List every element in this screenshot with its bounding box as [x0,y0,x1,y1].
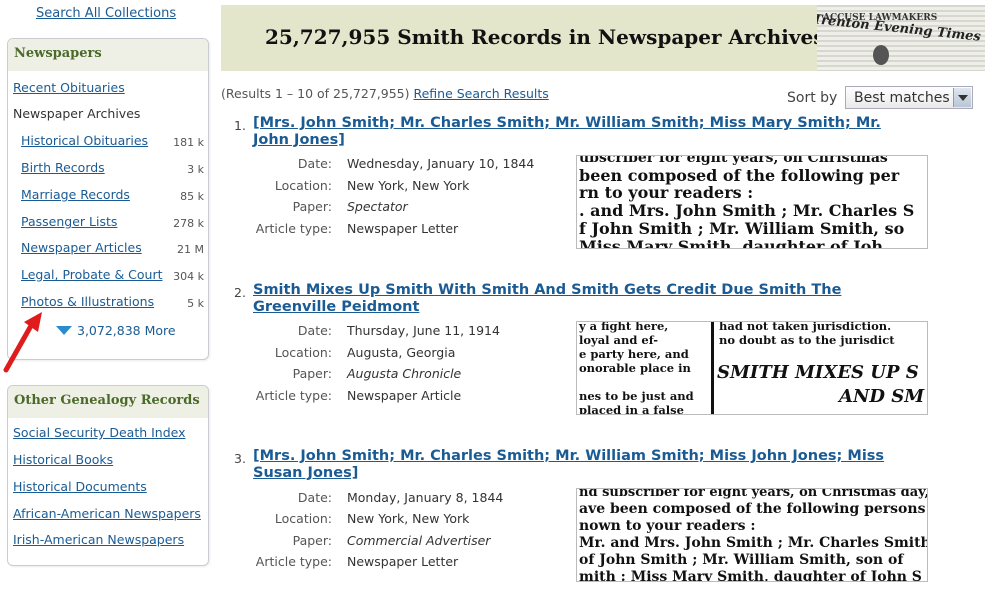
result-location: New York, New York [347,511,470,526]
other-genealogy-panel: Other Genealogy Records Social Security … [7,385,209,566]
snippet-line: Mr. and Mrs. John Smith ; Mr. Charles Sm… [579,535,928,551]
newspaper-collage-image: ACCUSE LAWMAKERS Trenton Evening Times [817,5,985,71]
count-historical-obituaries: 181 k [173,136,204,149]
sidebar-item-ssdi[interactable]: Social Security Death Index [13,425,186,440]
snippet-line: nown to your readers : [579,518,756,534]
snippet-line: rn to your readers : [579,183,754,202]
result-title-link[interactable]: [Mrs. John Smith; Mr. Charles Smith; Mr.… [253,448,913,482]
article-type-label: Article type: [255,221,332,236]
results-count: (Results 1 – 10 of 25,727,955) Refine Se… [221,86,549,101]
newspapers-heading: Newspapers [8,39,208,71]
snippet-line: y a fight here, [579,321,669,333]
sidebar-item-legal-probate-court[interactable]: Legal, Probate & Court [21,267,163,282]
sort-by-label: Sort by [787,90,838,106]
location-label: Location: [274,178,332,193]
result-date: Wednesday, January 10, 1844 [347,156,535,171]
sidebar-item-historical-documents[interactable]: Historical Documents [13,479,147,494]
result-paper: Commercial Advertiser [347,533,491,548]
result-number: 3. [234,451,246,466]
sidebar-item-irish-american-newspapers[interactable]: Irish-American Newspapers [13,532,184,547]
more-collections-label: 3,072,838 More [77,323,176,338]
result-paper: Augusta Chronicle [347,366,462,381]
sidebar-item-african-american-newspapers[interactable]: African-American Newspapers [13,506,201,521]
snippet-line: onorable place in [579,361,691,375]
result-snippet-image[interactable]: y a fight here, loyal and ef- e party he… [576,321,928,415]
snippet-headline: SMITH MIXES UP S [717,362,919,383]
article-type-label: Article type: [255,388,332,403]
result-location: Augusta, Georgia [347,345,456,360]
sidebar-item-historical-obituaries[interactable]: Historical Obituaries [21,133,148,148]
count-legal-probate-court: 304 k [173,270,204,283]
result-article-type: Newspaper Letter [347,221,459,236]
result-title-link[interactable]: [Mrs. John Smith; Mr. Charles Smith; Mr.… [253,115,913,149]
snippet-headline: AND SM [839,386,925,407]
sort-selected-value: Best matches [854,90,950,106]
date-label: Date: [297,323,332,338]
recent-obituaries-link[interactable]: Recent Obituaries [13,80,125,95]
result-article-type: Newspaper Letter [347,554,459,569]
location-label: Location: [274,345,332,360]
result-snippet-image[interactable]: ubscriber for eight years, on Christmas … [576,155,928,249]
count-marriage-records: 85 k [180,190,204,203]
result-number: 2. [234,285,246,300]
result-number: 1. [234,118,246,133]
count-newspaper-articles: 21 M [177,243,204,256]
snippet-line: placed in a false [579,403,684,415]
chevron-down-icon [56,326,72,335]
snippet-line: mith : Miss Mary Smith, daughter of John… [579,569,922,582]
more-collections-toggle[interactable]: 3,072,838 More [56,323,176,338]
sidebar-item-birth-records[interactable]: Birth Records [21,160,105,175]
dropdown-arrow-icon[interactable] [953,88,971,107]
count-passenger-lists: 278 k [173,217,204,230]
snippet-line: no doubt as to the jurisdict [719,333,895,347]
column-divider [711,322,714,414]
snippet-line: e party here, and [579,347,689,361]
paper-label: Paper: [292,366,332,381]
other-genealogy-heading: Other Genealogy Records [8,386,208,418]
results-banner: 25,727,955 Smith Records in Newspaper Ar… [221,5,985,71]
sort-select[interactable]: Best matches [845,86,973,109]
result-article-type: Newspaper Article [347,388,462,403]
count-birth-records: 3 k [187,163,204,176]
date-label: Date: [297,490,332,505]
newspaper-archives-label: Newspaper Archives [13,106,141,121]
sidebar-item-historical-books[interactable]: Historical Books [13,452,113,467]
search-all-collections-link[interactable]: Search All Collections [36,6,176,21]
result-paper: Spectator [347,199,408,214]
snippet-line: of John Smith ; Mr. William Smith, son o… [579,552,904,568]
article-type-label: Article type: [255,554,332,569]
snippet-line: . and Mrs. John Smith ; Mr. Charles S [579,201,915,220]
snippet-line: f John Smith ; Mr. William Smith, so [579,219,905,238]
snippet-line: ubscriber for eight years, on Christmas [579,155,888,166]
refine-search-link[interactable]: Refine Search Results [413,86,548,101]
sidebar-item-passenger-lists[interactable]: Passenger Lists [21,214,117,229]
result-snippet-image[interactable]: nd subscriber for eight years, on Christ… [576,488,928,582]
snippet-line: nes to be just and [579,389,694,403]
result-date: Monday, January 8, 1844 [347,490,504,505]
red-arrow-annotation-icon [3,312,42,373]
sidebar-item-newspaper-articles[interactable]: Newspaper Articles [21,240,142,255]
location-label: Location: [274,511,332,526]
snippet-line: nd subscriber for eight years, on Christ… [579,488,928,500]
snippet-line: had not taken jurisdiction. [719,321,892,333]
result-location: New York, New York [347,178,470,193]
snippet-line: ave been composed of the following perso… [579,501,926,517]
count-photos-illustrations: 5 k [187,297,204,310]
portrait-thumbnail [873,45,889,65]
page-title: 25,727,955 Smith Records in Newspaper Ar… [265,25,825,49]
result-title-link[interactable]: Smith Mixes Up Smith With Smith And Smit… [253,282,913,316]
sidebar-item-marriage-records[interactable]: Marriage Records [21,187,130,202]
sidebar-item-photos-illustrations[interactable]: Photos & Illustrations [21,294,154,309]
paper-label: Paper: [292,533,332,548]
snippet-line: loyal and ef- [579,333,659,347]
results-range-text: (Results 1 – 10 of 25,727,955) [221,86,410,101]
date-label: Date: [297,156,332,171]
snippet-line: Miss Mary Smith, daughter of Joh [579,237,884,249]
result-date: Thursday, June 11, 1914 [347,323,500,338]
paper-label: Paper: [292,199,332,214]
